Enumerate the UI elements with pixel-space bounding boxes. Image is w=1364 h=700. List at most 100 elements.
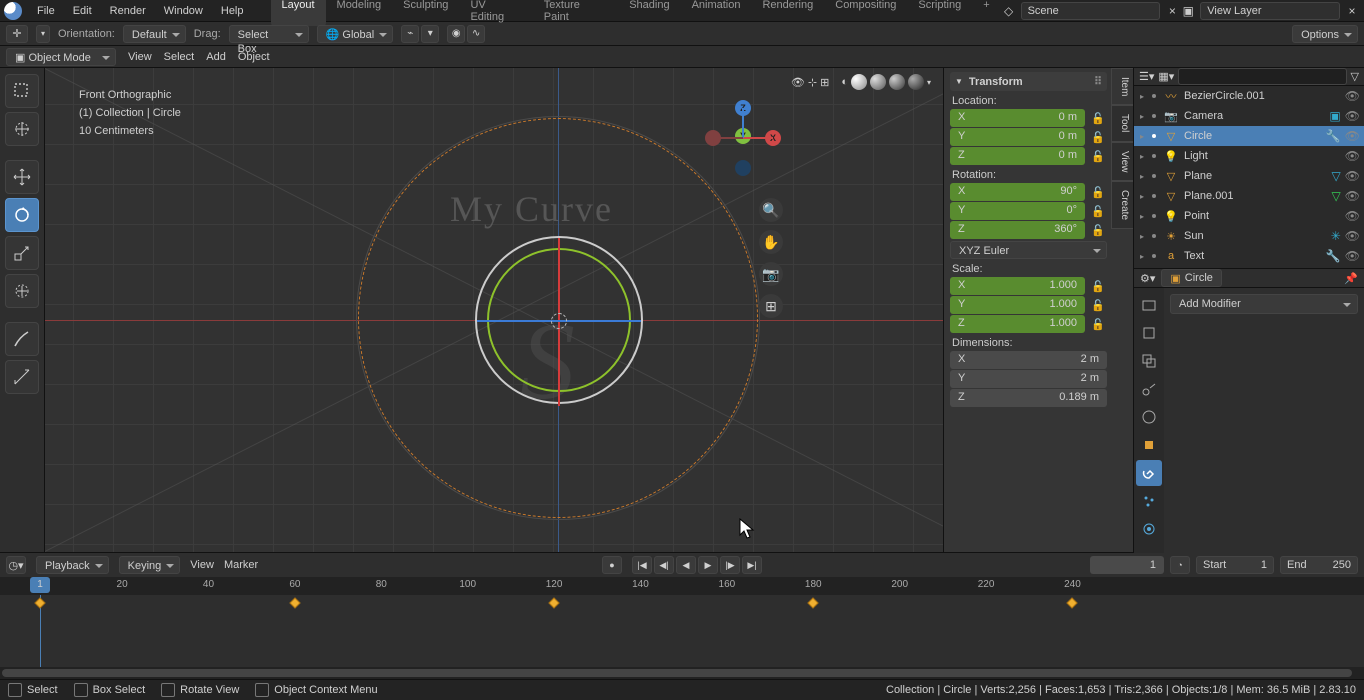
timeline-scrollbar[interactable] [0,667,1364,679]
viewlayer-name-field[interactable]: View Layer [1200,2,1340,20]
outliner-editor-icon[interactable]: ☰▾ [1139,70,1154,83]
outliner-display-icon[interactable]: ▦▾ [1158,70,1174,83]
view-menu[interactable]: View [128,51,152,63]
use-preview-range-icon[interactable]: ◔ [1170,556,1190,574]
scale-x-field[interactable]: X1.000 [950,277,1085,295]
start-frame-field[interactable]: Start1 [1196,556,1274,574]
keyframe-diamond-icon[interactable] [548,597,559,608]
overlay-toggle-icon[interactable]: ⊞ [820,76,829,89]
tl-view-menu[interactable]: View [190,559,214,571]
view-selectability-icon[interactable]: 👁 [791,76,805,89]
autokey-toggle[interactable]: ● [602,556,622,574]
tab-add[interactable]: + [972,0,1000,26]
tab-scripting[interactable]: Scripting [907,0,972,26]
tab-modeling[interactable]: Modeling [326,0,393,26]
dim-x-field[interactable]: X2 m [950,351,1107,369]
props-tab-output[interactable] [1136,320,1162,346]
rotation-z-field[interactable]: Z360° [950,221,1085,239]
sidebar-tab-tool[interactable]: Tool [1111,105,1133,141]
zoom-icon[interactable]: 🔍 [759,198,783,222]
sidebar-tab-item[interactable]: Item [1111,68,1133,105]
rotation-y-field[interactable]: Y0° [950,202,1085,220]
props-tab-world[interactable] [1136,404,1162,430]
scene-name-field[interactable]: Scene [1021,2,1161,20]
select-menu[interactable]: Select [164,51,195,63]
jump-next-key-icon[interactable]: |▶ [720,556,740,574]
location-x-field[interactable]: X0 m [950,109,1085,127]
eye-icon[interactable]: 👁 [1345,189,1360,203]
tab-animation[interactable]: Animation [681,0,752,26]
scale-y-field[interactable]: Y1.000 [950,296,1085,314]
camera-view-icon[interactable]: 📷 [759,262,783,286]
transform-tool[interactable] [5,274,39,308]
end-frame-field[interactable]: End250 [1280,556,1358,574]
annotate-tool[interactable] [5,322,39,356]
keyframe-diamond-icon[interactable] [289,597,300,608]
dim-z-field[interactable]: Z0.189 m [950,389,1107,407]
location-y-field[interactable]: Y0 m [950,128,1085,146]
measure-tool[interactable] [5,360,39,394]
shading-wireframe-icon[interactable] [851,74,867,90]
timeline-tracks[interactable]: 1 [0,595,1364,667]
eye-icon[interactable]: 👁 [1345,249,1360,263]
xray-toggle-icon[interactable]: ◐ [841,76,848,88]
menu-help[interactable]: Help [212,2,253,20]
props-tab-particles[interactable] [1136,488,1162,514]
add-menu[interactable]: Add [206,51,226,63]
rotation-x-field[interactable]: X90° [950,183,1085,201]
sidebar-tab-view[interactable]: View [1111,142,1133,182]
perspective-toggle-icon[interactable]: ⊞ [759,294,783,318]
lock-icon[interactable]: 🔓 [1089,183,1107,201]
scene-close-icon[interactable]: × [1164,3,1180,19]
playback-menu[interactable]: Playback [36,556,109,574]
tab-uv-editing[interactable]: UV Editing [459,0,532,26]
eye-icon[interactable]: 👁 [1345,109,1360,123]
props-tab-scene[interactable] [1136,376,1162,402]
shading-rendered-icon[interactable] [908,74,924,90]
snap-menu-icon[interactable]: ▾ [421,25,439,43]
props-tab-physics[interactable] [1136,516,1162,542]
menu-dots-icon[interactable]: ⠿ [1094,75,1102,88]
rotation-mode-dropdown[interactable]: XYZ Euler [950,241,1107,259]
modifier-icon[interactable]: 🔧 [1326,129,1341,143]
jump-end-icon[interactable]: ▶| [742,556,762,574]
eye-icon[interactable]: 👁 [1345,229,1360,243]
shading-menu-icon[interactable]: ▾ [927,78,931,87]
outliner-search-input[interactable] [1178,68,1346,85]
menu-file[interactable]: File [28,2,64,20]
jump-prev-key-icon[interactable]: ◀| [654,556,674,574]
add-modifier-dropdown[interactable]: Add Modifier [1170,294,1358,314]
jump-start-icon[interactable]: |◀ [632,556,652,574]
lock-icon[interactable]: 🔓 [1089,109,1107,127]
filter-icon[interactable]: ▽ [1351,70,1359,83]
keyframe-diamond-icon[interactable] [1067,597,1078,608]
outliner-item[interactable]: ▸📷Camera▣👁 [1134,106,1364,126]
eye-icon[interactable]: 👁 [1345,149,1360,163]
select-box-tool[interactable] [5,74,39,108]
keyframe-diamond-icon[interactable] [34,597,45,608]
keying-menu[interactable]: Keying [119,556,181,574]
tab-compositing[interactable]: Compositing [824,0,907,26]
pin-icon[interactable]: 📌 [1344,272,1358,285]
modifier-icon[interactable]: 🔧 [1326,249,1341,263]
pan-icon[interactable]: ✋ [759,230,783,254]
outliner-item[interactable]: ▸▽Plane.001▽👁 [1134,186,1364,206]
viewlayer-close-icon[interactable]: × [1344,3,1360,19]
eye-icon[interactable]: 👁 [1345,169,1360,183]
transform-panel-header[interactable]: ▼ Transform ⠿ [950,72,1107,91]
props-tab-render[interactable] [1136,292,1162,318]
proportional-menu-icon[interactable]: ∿ [467,25,485,43]
scale-tool[interactable] [5,236,39,270]
outliner-item[interactable]: ▸▽Plane▽👁 [1134,166,1364,186]
menu-edit[interactable]: Edit [64,2,101,20]
transform-orientation-dropdown[interactable]: 🌐 Global [317,25,394,43]
tab-rendering[interactable]: Rendering [751,0,824,26]
lock-icon[interactable]: 🔓 [1089,296,1107,314]
sidebar-tab-create[interactable]: Create [1111,181,1133,229]
3d-viewport[interactable]: My Curve S Front Orthographic (1) Collec… [45,68,943,552]
drag-dropdown[interactable]: Select Box [229,25,309,43]
collapse-triangle-icon[interactable]: ▼ [955,77,963,86]
lock-icon[interactable]: 🔓 [1089,147,1107,165]
shading-matprev-icon[interactable] [889,74,905,90]
props-tab-object[interactable] [1136,432,1162,458]
